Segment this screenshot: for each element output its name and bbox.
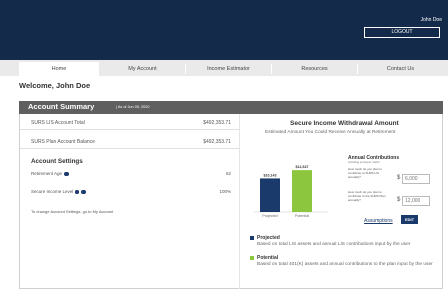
account-row-value: $492,353.71	[203, 120, 231, 126]
assumptions-link[interactable]: Assumptions	[364, 218, 393, 224]
dollar-sign: $	[397, 197, 401, 203]
potential-legend-swatch	[250, 256, 254, 260]
nav-item-home[interactable]: Home	[19, 62, 99, 76]
potential-legend-description: Based on total 401(K) assets and annual …	[257, 262, 433, 267]
secure-income-row: Secure Income Level 100%	[19, 186, 239, 198]
logout-button[interactable]: LOGOUT	[364, 27, 440, 38]
siwa-title: Secure Income Withdrawal Amount	[290, 120, 399, 127]
projected-legend-description: Based on total LIS assets and annual LIS…	[257, 242, 411, 247]
nav-item-my-account[interactable]: My Account	[100, 62, 185, 76]
account-settings-title: Account Settings	[31, 158, 83, 165]
account-row: SURS LIS Account Total $492,353.71	[19, 114, 239, 130]
account-row: SURS Plan Account Balance $492,353.71	[19, 133, 239, 149]
projected-legend-swatch	[250, 236, 254, 240]
bar-value-label: $10,143	[264, 173, 277, 177]
bar-category-label: Potential	[295, 214, 309, 218]
retirement-age-label: Retirement Age	[31, 171, 63, 176]
employer-match-note: including employer match	[348, 160, 380, 164]
income-bar-chart: $10,143 Projected $12,647 Potential	[254, 165, 328, 218]
site-header: John Doe LOGOUT	[0, 0, 448, 60]
bar-value-label: $12,647	[296, 165, 309, 169]
account-row-label: SURS LIS Account Total	[31, 120, 85, 126]
main-nav: Home My Account Income Estimator Resourc…	[0, 62, 448, 76]
comment-icon[interactable]	[64, 172, 70, 176]
edit-button[interactable]: EDIT	[401, 215, 418, 224]
lis-contribution-question: How much do you plan to contribute to SU…	[348, 167, 382, 179]
retirement-age-value: 62	[225, 171, 231, 176]
dollar-sign: $	[397, 175, 401, 181]
bar-category-label: Projected	[262, 214, 277, 218]
comment-icon[interactable]	[80, 190, 86, 194]
secure-income-label: Secure Income Level	[31, 189, 74, 194]
plan-contribution-question: How much do you plan to contribute to th…	[348, 190, 386, 202]
plan-contribution-input[interactable]	[402, 196, 430, 206]
siwa-subtitle: Estimated Amount You Could Receive Annua…	[265, 130, 396, 135]
secure-income-value: 100%	[219, 189, 231, 194]
bar-projected	[260, 178, 280, 212]
nav-item-resources[interactable]: Resources	[272, 62, 357, 76]
bar-potential	[292, 170, 312, 212]
nav-item-income-estimator[interactable]: Income Estimator	[186, 62, 271, 76]
panel-divider	[239, 114, 240, 289]
welcome-heading: Welcome, John Doe	[19, 81, 91, 90]
account-summary-title: Account Summary	[28, 102, 95, 111]
account-summary-header: Account Summary | As of Jun 09, 2020	[19, 101, 443, 114]
change-settings-note: To change Account Settings, go to My Acc…	[31, 209, 114, 214]
as-of-date: | As of Jun 09, 2020	[116, 105, 150, 109]
user-name: John Doe	[420, 17, 442, 23]
account-row-value: $492,353.71	[203, 139, 231, 145]
lis-contribution-input[interactable]	[402, 174, 430, 184]
info-icon[interactable]	[75, 190, 79, 194]
account-row-label: SURS Plan Account Balance	[31, 139, 95, 145]
nav-item-contact-us[interactable]: Contact Us	[358, 62, 443, 76]
retirement-age-row: Retirement Age 62	[19, 168, 239, 180]
